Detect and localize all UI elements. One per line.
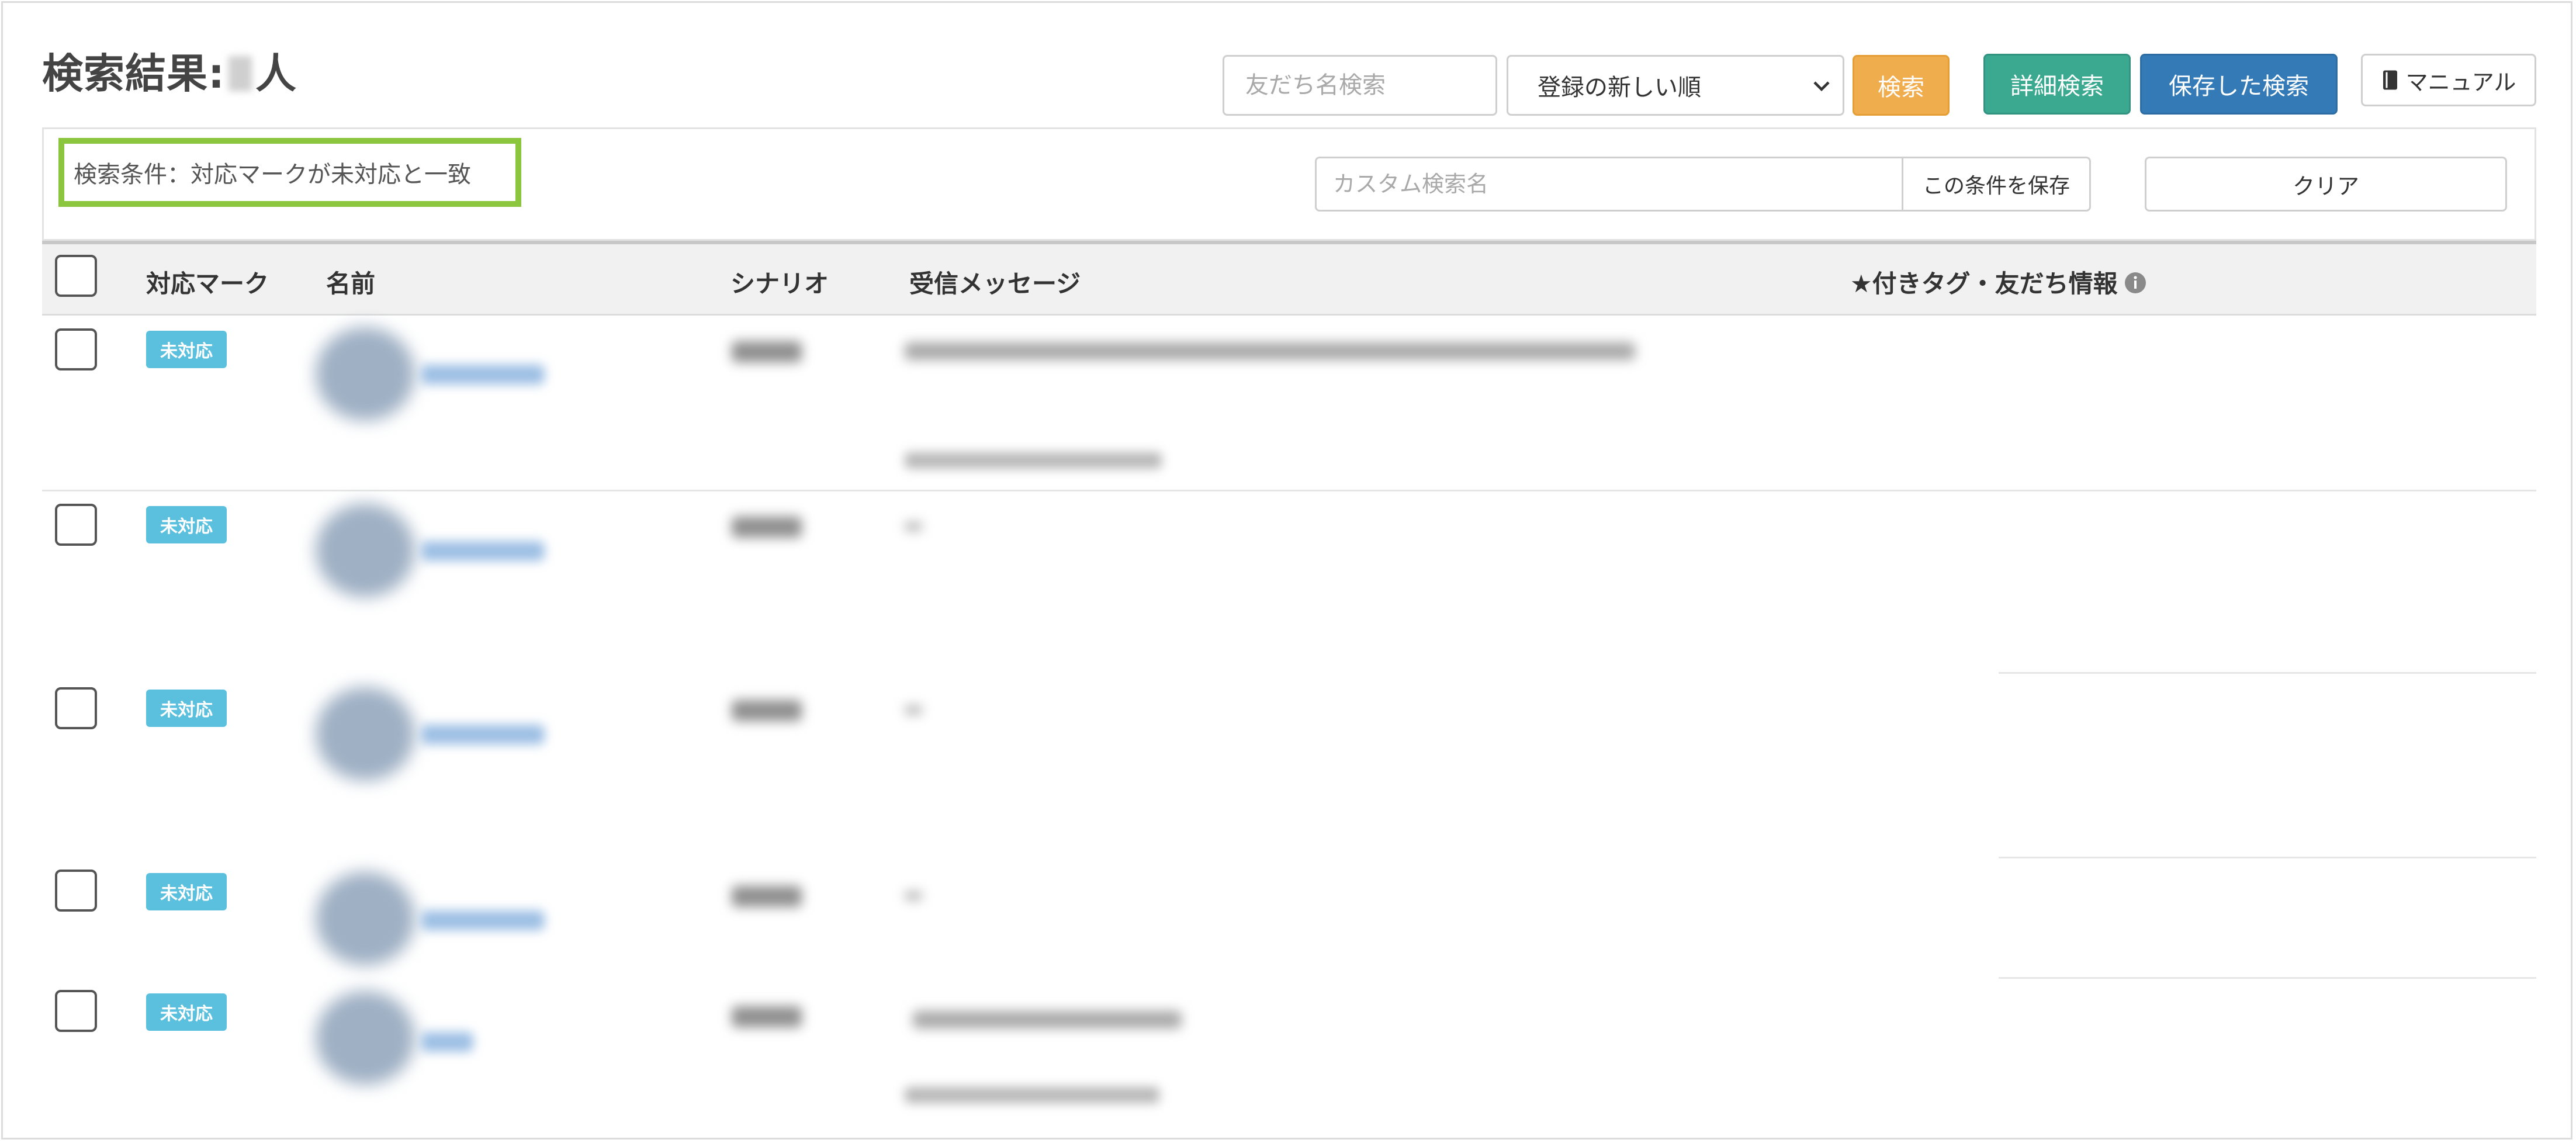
message-timestamp bbox=[905, 1087, 1159, 1103]
book-icon bbox=[2383, 70, 2397, 90]
avatar bbox=[316, 872, 415, 965]
friend-name-link[interactable] bbox=[421, 541, 545, 561]
column-header-message[interactable]: 受信メッセージ bbox=[909, 264, 1081, 300]
table-header bbox=[42, 241, 2536, 316]
status-badge: 未対応 bbox=[146, 331, 227, 368]
status-badge: 未対応 bbox=[146, 690, 227, 727]
row-divider bbox=[1999, 977, 2536, 979]
message-timestamp bbox=[905, 452, 1162, 469]
row-checkbox[interactable] bbox=[55, 328, 97, 370]
page-title-prefix: 検索結果: bbox=[42, 50, 225, 98]
row-checkbox[interactable] bbox=[55, 687, 97, 729]
column-header-scenario[interactable]: シナリオ bbox=[730, 264, 829, 300]
save-condition-button[interactable]: この条件を保存 bbox=[1902, 157, 2091, 212]
column-header-name[interactable]: 名前 bbox=[326, 264, 375, 300]
select-all-checkbox[interactable] bbox=[55, 255, 97, 297]
status-badge: 未対応 bbox=[146, 873, 227, 910]
message-text bbox=[905, 706, 922, 714]
row-checkbox[interactable] bbox=[55, 504, 97, 546]
column-header-tags-label: ★付きタグ・友だち情報 bbox=[1850, 269, 2118, 298]
message-text bbox=[905, 892, 922, 900]
friend-name-link[interactable] bbox=[421, 725, 545, 744]
scenario-value bbox=[732, 700, 802, 721]
column-header-tags[interactable]: ★付きタグ・友だち情報 bbox=[1850, 264, 2147, 300]
friend-name-link[interactable] bbox=[421, 365, 545, 385]
page-title: 検索結果: 人 bbox=[42, 41, 297, 100]
search-button[interactable]: 検索 bbox=[1853, 55, 1950, 116]
clear-button[interactable]: クリア bbox=[2145, 157, 2507, 212]
row-checkbox[interactable] bbox=[55, 870, 97, 912]
page-title-suffix: 人 bbox=[255, 50, 297, 98]
scenario-value bbox=[732, 341, 802, 362]
row-divider bbox=[42, 490, 2536, 491]
avatar bbox=[316, 504, 415, 597]
friend-name-link[interactable] bbox=[421, 910, 545, 930]
info-icon[interactable] bbox=[2124, 271, 2147, 295]
column-header-mark[interactable]: 対応マーク bbox=[146, 264, 269, 300]
message-text bbox=[905, 522, 922, 531]
result-count-redacted bbox=[228, 56, 252, 91]
avatar bbox=[316, 991, 415, 1085]
sort-order-select[interactable]: 登録の新しい順 bbox=[1507, 55, 1844, 116]
row-checkbox[interactable] bbox=[55, 990, 97, 1032]
friend-name-link[interactable] bbox=[421, 1032, 473, 1052]
search-condition-text: 検索条件：対応マークが未対応と一致 bbox=[58, 138, 521, 207]
scenario-value bbox=[732, 886, 802, 907]
manual-button-label: マニュアル bbox=[2405, 69, 2516, 95]
detail-search-button[interactable]: 詳細検索 bbox=[1983, 54, 2131, 115]
friend-name-search-input[interactable] bbox=[1223, 55, 1497, 116]
avatar bbox=[316, 327, 415, 421]
sort-order-value: 登録の新しい順 bbox=[1538, 74, 1701, 101]
message-text bbox=[913, 1011, 1182, 1028]
avatar bbox=[316, 687, 415, 781]
scenario-value bbox=[732, 1006, 802, 1027]
custom-search-name-input[interactable] bbox=[1315, 157, 1903, 212]
row-divider bbox=[1999, 857, 2536, 858]
chevron-down-icon bbox=[1813, 81, 1830, 92]
status-badge: 未対応 bbox=[146, 506, 227, 543]
status-badge: 未対応 bbox=[146, 993, 227, 1031]
saved-search-button[interactable]: 保存した検索 bbox=[2140, 54, 2338, 115]
row-divider bbox=[1999, 672, 2536, 674]
scenario-value bbox=[732, 517, 802, 538]
message-text bbox=[905, 342, 1635, 360]
manual-button[interactable]: マニュアル bbox=[2361, 54, 2536, 106]
